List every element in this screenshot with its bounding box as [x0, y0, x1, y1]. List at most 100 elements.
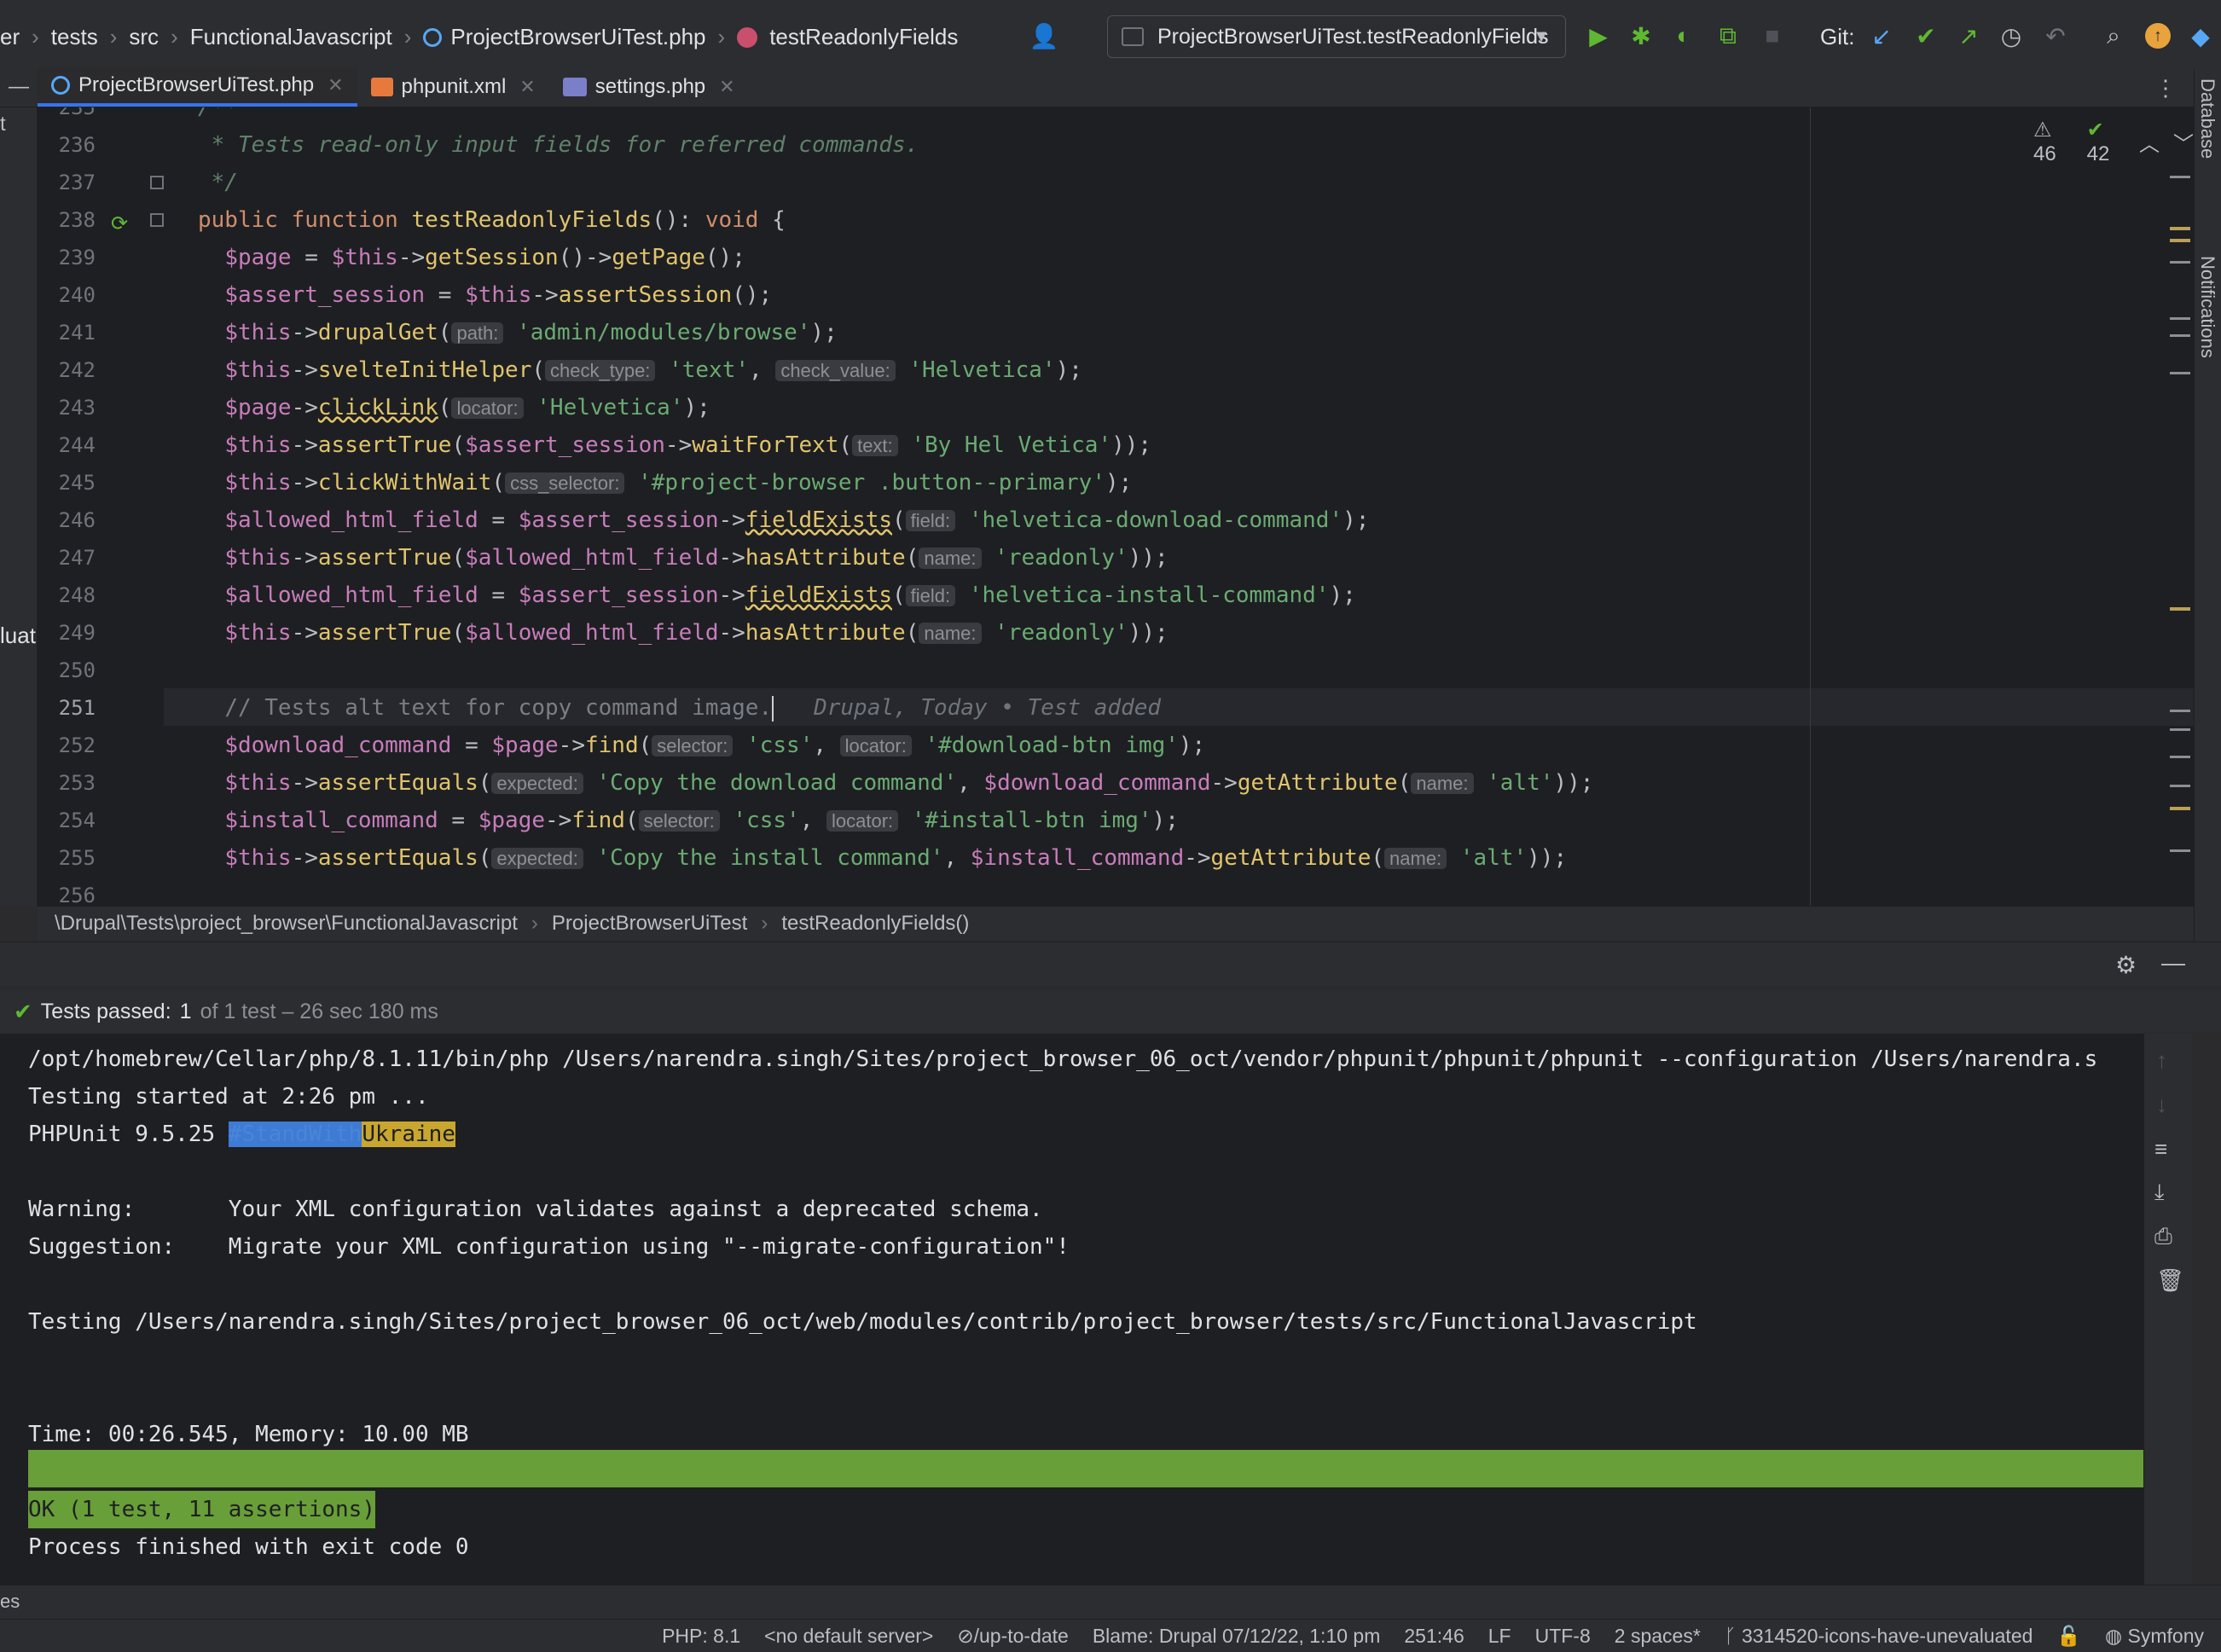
code-line: $page->clickLink(locator: 'Helvetica'); — [224, 395, 710, 420]
text-cursor — [772, 695, 774, 722]
database-tool-button[interactable]: Database — [2196, 78, 2218, 159]
breadcrumb-item[interactable]: testReadonlyFields() — [781, 912, 969, 936]
run-test-icon[interactable]: ⟳ — [111, 212, 128, 235]
parameter-hint: name: — [919, 548, 982, 569]
chevron-right-icon: › — [109, 24, 118, 49]
rollback-icon[interactable]: ↶ — [2040, 20, 2071, 51]
line-separator[interactable]: LF — [1488, 1625, 1511, 1648]
breadcrumb-item[interactable]: src — [129, 24, 159, 50]
arrow-down-icon[interactable]: ↓ — [2156, 1092, 2167, 1118]
notifications-tool-button[interactable]: Notifications — [2196, 256, 2218, 358]
tab-label: phpunit.xml — [401, 75, 507, 98]
gear-icon[interactable]: ⚙ — [2115, 951, 2137, 979]
chevron-down-icon[interactable]: ﹀ — [2173, 127, 2194, 157]
breadcrumb-item[interactable]: tests — [51, 24, 98, 50]
close-icon[interactable]: ✕ — [719, 76, 734, 98]
run-icon[interactable]: ▶ — [1583, 20, 1614, 51]
breadcrumb-item[interactable]: testReadonlyFields — [769, 24, 958, 50]
breadcrumb-item[interactable]: ProjectBrowserUiTest — [552, 912, 747, 936]
framework-indicator[interactable]: ◍ Symfony — [2105, 1625, 2204, 1648]
console-result-line: OK (1 test, 11 assertions) — [28, 1491, 375, 1528]
test-pass-count: 1 — [179, 999, 192, 1023]
code-line: $page = $this->getSession()->getPage(); — [224, 245, 745, 270]
parameter-hint: selector: — [638, 810, 720, 832]
caret-position[interactable]: 251:46 — [1404, 1625, 1464, 1648]
fold-icon[interactable] — [150, 176, 164, 189]
inspection-widget[interactable]: ⚠ 46 ✔ 42 ︿ ﹀ — [2033, 118, 2194, 166]
close-icon[interactable]: ✕ — [519, 76, 535, 98]
status-bar: PHP: 8.1 <no default server> ⊘/up-to-dat… — [0, 1619, 2221, 1652]
run-configuration-select[interactable]: ProjectBrowserUiTest.testReadonlyFields … — [1107, 15, 1566, 58]
file-encoding[interactable]: UTF-8 — [1535, 1625, 1591, 1648]
tab-projectbrowseruitest[interactable]: ProjectBrowserUiTest.php ✕ — [38, 67, 357, 107]
phpunit-icon — [1122, 27, 1144, 46]
parameter-hint: path: — [451, 322, 504, 344]
code-breadcrumb: \Drupal\Tests\project_browser\Functional… — [38, 906, 2221, 940]
soft-wrap-icon[interactable]: ≡ — [2154, 1136, 2167, 1162]
close-icon[interactable]: ✕ — [328, 74, 343, 96]
console-line: Testing started at 2:26 pm ... — [28, 1084, 429, 1110]
history-icon[interactable]: ◷ — [1996, 20, 2027, 51]
tab-label: settings.php — [594, 75, 706, 98]
git-branch[interactable]: ᚴ 3314520-icons-have-unevaluated — [1725, 1625, 2033, 1648]
update-icon[interactable]: ↑ — [2143, 20, 2173, 51]
parameter-hint: locator: — [826, 810, 899, 832]
line-number: 241 — [58, 321, 96, 345]
print-icon[interactable]: ⎙ — [2154, 1223, 2172, 1250]
fold-icon[interactable] — [150, 213, 164, 227]
user-icon[interactable]: 👤 — [1029, 20, 1059, 51]
chevron-up-icon[interactable]: ︿ — [2139, 127, 2160, 157]
git-commit-icon[interactable]: ✔ — [1911, 20, 1941, 51]
console-line: Time: 00:26.545, Memory: 10.00 MB — [28, 1422, 469, 1447]
breadcrumb-item[interactable]: ProjectBrowserUiTest.php — [450, 24, 705, 50]
scroll-to-end-icon[interactable]: ⤓ — [2154, 1179, 2165, 1206]
run-console[interactable]: /opt/homebrew/Cellar/php/8.1.11/bin/php … — [0, 1034, 2144, 1585]
test-status-bar: ✔ Tests passed: 1 of 1 test – 26 sec 180… — [0, 991, 2221, 1032]
tab-phpunit-xml[interactable]: phpunit.xml ✕ — [357, 67, 549, 107]
line-number: 236 — [58, 133, 96, 157]
blame-info[interactable]: Blame: Drupal 07/12/22, 1:10 pm — [1093, 1625, 1381, 1648]
error-stripe[interactable] — [2170, 176, 2190, 858]
server-selector[interactable]: <no default server> — [764, 1625, 933, 1648]
lock-icon[interactable]: 🔓 — [2056, 1625, 2081, 1648]
coverage-icon[interactable]: ◐ — [1668, 20, 1699, 51]
console-line: /opt/homebrew/Cellar/php/8.1.11/bin/php … — [28, 1046, 2098, 1072]
code-line: * Tests read-only input fields for refer… — [198, 132, 919, 158]
git-update-icon[interactable]: ↙ — [1866, 20, 1897, 51]
result-bar — [28, 1450, 2143, 1487]
line-number: 256 — [58, 884, 96, 906]
chevron-right-icon: › — [32, 24, 39, 49]
chevron-right-icon: › — [717, 24, 726, 49]
php-version[interactable]: PHP: 8.1 — [662, 1625, 740, 1648]
tab-settings-php[interactable]: settings.php ✕ — [549, 67, 749, 107]
trash-icon[interactable]: 🗑 — [2156, 1267, 2184, 1294]
parameter-hint: text: — [852, 435, 898, 456]
search-icon[interactable]: ⌕ — [2098, 20, 2129, 51]
more-tabs-icon[interactable]: ⋮ — [2154, 75, 2177, 101]
debug-icon[interactable]: ✱ — [1626, 20, 1656, 51]
minimize-icon[interactable]: — — [0, 67, 38, 107]
code-editor[interactable]: 235 236 237 238 239 240 241 242 243 244 … — [38, 107, 2194, 906]
breadcrumb-item[interactable]: FunctionalJavascript — [190, 24, 392, 50]
line-number: 246 — [58, 508, 96, 532]
breadcrumb-item[interactable]: \Drupal\Tests\project_browser\Functional… — [55, 912, 518, 936]
parameter-hint: field: — [905, 510, 956, 531]
profile-icon[interactable]: ⧉ — [1713, 20, 1743, 51]
minimize-icon[interactable]: — — [2161, 949, 2185, 977]
git-push-icon[interactable]: ↗ — [1953, 20, 1984, 51]
chevron-right-icon: › — [403, 24, 412, 49]
vcs-status[interactable]: ⊘/up-to-date — [957, 1625, 1069, 1648]
stop-icon[interactable]: ■ — [1757, 20, 1788, 51]
chevron-down-icon: ▼ — [1533, 26, 1550, 46]
clipped-label: es — [0, 1591, 20, 1612]
toolbox-icon[interactable]: ◆ — [2185, 20, 2216, 51]
line-number: 247 — [58, 546, 96, 570]
indent-setting[interactable]: 2 spaces* — [1615, 1625, 1701, 1648]
tab-label: ProjectBrowserUiTest.php — [78, 73, 315, 96]
breadcrumb-item[interactable]: er — [0, 24, 20, 50]
arrow-up-icon[interactable]: ↑ — [2156, 1047, 2167, 1074]
parameter-hint: locator: — [839, 735, 912, 756]
test-status-detail: of 1 test – 26 sec 180 ms — [200, 999, 438, 1023]
line-number: 239 — [58, 246, 96, 270]
parameter-hint: expected: — [491, 773, 583, 794]
